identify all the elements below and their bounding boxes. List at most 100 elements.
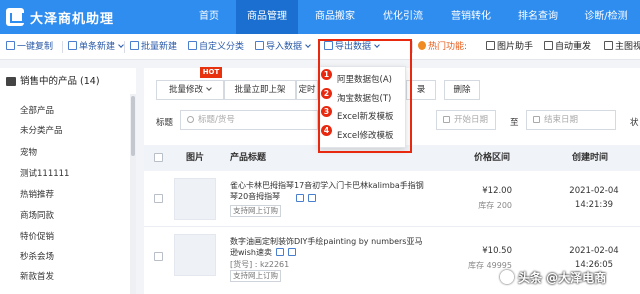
row-checkbox[interactable] xyxy=(154,252,163,261)
app-logo-icon xyxy=(6,8,24,26)
select-all-checkbox[interactable] xyxy=(154,153,163,162)
end-date-input[interactable]: 结束日期 xyxy=(526,110,616,130)
title-search-input[interactable]: 标题/货号 xyxy=(180,110,318,130)
category-icon xyxy=(188,41,197,50)
column-title-header: 产品标题 xyxy=(230,153,267,163)
hot-features-text: 热门功能: xyxy=(428,42,468,52)
watermark-text: 头条 @大泽电商 xyxy=(518,271,607,285)
import-data-label: 导入数据 xyxy=(266,42,303,52)
top-nav: 大泽商机助理 首页 商品管理 商品搬家 优化引流 营销转化 排名查询 诊断/检测 xyxy=(0,0,640,34)
brand[interactable]: 大泽商机助理 xyxy=(6,6,114,28)
title-search-placeholder: 标题/货号 xyxy=(198,115,235,125)
watermark: 头条 @大泽电商 xyxy=(500,266,636,288)
watermark-logo-icon xyxy=(500,270,514,284)
edit-icon[interactable] xyxy=(276,248,284,256)
sidebar-header-label: 销售中的产品 (14) xyxy=(20,76,100,87)
single-new-button[interactable]: 单条新建 xyxy=(68,34,124,60)
price-value: ¥10.50 xyxy=(482,246,512,256)
online-order-tag: 支持网上订购 xyxy=(230,205,281,217)
batch-add-icon xyxy=(130,41,139,50)
sidebar-scroll-thumb[interactable] xyxy=(131,96,135,156)
online-order-tag: 支持网上订购 xyxy=(230,270,281,282)
stock-value: 库存 200 xyxy=(478,201,512,210)
product-thumbnail[interactable] xyxy=(174,234,216,276)
sidebar-item-special-offer[interactable]: 特价促销 xyxy=(20,230,54,242)
image-icon[interactable] xyxy=(288,248,296,256)
refresh-icon xyxy=(544,41,553,50)
nav-ranking-query[interactable]: 排名查询 xyxy=(508,0,568,34)
product-title[interactable]: 雀心卡林巴拇指琴17音初学入门卡巴林kalimba手指钢琴20音拇指琴 xyxy=(230,180,430,202)
import-icon xyxy=(255,41,264,50)
batch-new-label: 批量新建 xyxy=(141,42,178,52)
sidebar-item-uncategorized[interactable]: 未分类产品 xyxy=(20,124,63,136)
sidebar-item-all-products[interactable]: 全部产品 xyxy=(20,104,54,116)
sidebar-item-pets[interactable]: 宠物 xyxy=(20,146,37,158)
step-number-badge: 3 xyxy=(321,106,332,117)
column-image-header: 图片 xyxy=(186,153,205,163)
batch-edit-button[interactable]: 批量修改 xyxy=(156,80,224,100)
hot-badge: HOT xyxy=(200,67,222,78)
nav-optimize-traffic[interactable]: 优化引流 xyxy=(372,0,434,34)
auto-republish-label: 自动重发 xyxy=(555,42,592,52)
product-thumbnail[interactable] xyxy=(174,178,216,220)
auto-republish-button[interactable]: 自动重发 xyxy=(544,34,591,60)
copy-icon xyxy=(6,41,15,50)
single-new-label: 单条新建 xyxy=(79,42,116,52)
step-number-badge: 2 xyxy=(321,88,332,99)
batch-list-now-button[interactable]: 批量立即上架 xyxy=(224,80,296,100)
date-range-to-label: 至 xyxy=(510,118,519,128)
nav-home[interactable]: 首页 xyxy=(186,0,232,34)
row-checkbox[interactable] xyxy=(154,194,163,203)
created-time: 14:21:39 xyxy=(574,200,614,210)
image-helper-label: 图片助手 xyxy=(497,42,534,52)
sidebar-item-test[interactable]: 测试111111 xyxy=(20,167,69,179)
sidebar-item-hot-recommend[interactable]: 热销推荐 xyxy=(20,188,54,200)
nav-marketing[interactable]: 营销转化 xyxy=(440,0,502,34)
video-icon xyxy=(604,41,613,50)
app-root: 大泽商机助理 首页 商品管理 商品搬家 优化引流 营销转化 排名查询 诊断/检测… xyxy=(0,0,640,294)
step-number-badge: 1 xyxy=(321,69,332,80)
edit-icon[interactable] xyxy=(296,194,304,202)
created-date: 2021-02-04 xyxy=(569,246,619,256)
column-created-header[interactable]: 创建时间 xyxy=(572,145,608,171)
scheduled-listing-button[interactable]: 定时 xyxy=(296,80,318,100)
add-icon xyxy=(68,41,77,50)
custom-category-button[interactable]: 自定义分类 xyxy=(188,34,244,60)
chevron-down-icon xyxy=(305,42,311,48)
delete-button[interactable]: 删除 xyxy=(444,80,480,100)
nav-product-management[interactable]: 商品管理 xyxy=(236,0,298,34)
batch-new-button[interactable]: 批量新建 xyxy=(130,34,177,60)
import-data-button[interactable]: 导入数据 xyxy=(255,34,311,60)
chevron-down-icon xyxy=(118,42,124,48)
highlight-box xyxy=(318,39,412,153)
nav-product-migration[interactable]: 商品搬家 xyxy=(304,0,366,34)
sidebar-item-new-arrivals[interactable]: 新款首发 xyxy=(20,270,54,282)
main-image-video-label: 主图视 xyxy=(615,42,640,52)
price-value: ¥12.00 xyxy=(482,186,512,196)
end-date-placeholder: 结束日期 xyxy=(544,115,579,125)
image-icon xyxy=(486,41,495,50)
flame-icon xyxy=(418,41,426,50)
title-filter-label: 标题 xyxy=(156,118,174,128)
main-image-video-button[interactable]: 主图视 xyxy=(604,34,640,60)
sidebar-item-flash-sale[interactable]: 秒杀会场 xyxy=(20,250,54,262)
folder-icon xyxy=(6,77,16,86)
app-name: 大泽商机助理 xyxy=(30,11,115,27)
product-title[interactable]: 数字油画定制装饰DIY手绘painting by numbers亚马逊wish速… xyxy=(230,236,430,258)
custom-category-label: 自定义分类 xyxy=(199,42,245,52)
column-price-header[interactable]: 价格区间 xyxy=(474,145,510,171)
start-date-input[interactable]: 开始日期 xyxy=(436,110,496,130)
sidebar-item-mall-same[interactable]: 商场同款 xyxy=(20,209,54,221)
product-sku: [货号] : kz2261 xyxy=(230,260,290,269)
one-click-copy-button[interactable]: 一键复制 xyxy=(6,34,53,60)
start-date-placeholder: 开始日期 xyxy=(454,115,489,125)
created-date: 2021-02-04 xyxy=(569,186,619,196)
nav-diagnosis[interactable]: 诊断/检测 xyxy=(574,0,638,34)
image-icon[interactable] xyxy=(308,194,316,202)
divider xyxy=(124,41,125,53)
sidebar-header[interactable]: 销售中的产品 (14) xyxy=(0,72,136,92)
image-helper-button[interactable]: 图片助手 xyxy=(486,34,533,60)
row-divider xyxy=(144,226,640,227)
chevron-down-icon xyxy=(206,85,212,91)
one-click-copy-label: 一键复制 xyxy=(17,42,54,52)
